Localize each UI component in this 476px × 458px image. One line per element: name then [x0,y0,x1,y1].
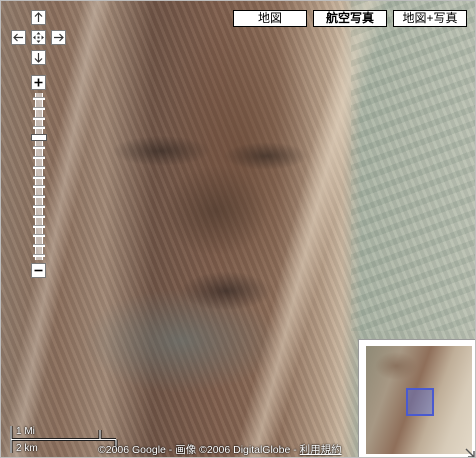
map-type-map-button[interactable]: 地図 [233,10,307,27]
zoom-tick [33,234,45,238]
zoom-out-button[interactable] [31,263,46,278]
copyright-text: ©2006 Google - 画像 ©2006 DigitalGlobe - [98,444,300,456]
zoom-tick [33,254,45,258]
zoom-in-button[interactable] [31,75,46,90]
overview-viewport-box[interactable] [406,388,434,416]
overview-map[interactable] [358,339,476,458]
zoom-tick [33,106,45,110]
pan-down-button[interactable] [31,50,46,65]
collapse-arrow-icon[interactable] [464,447,476,458]
zoom-tick [33,165,45,169]
overview-map-image[interactable] [366,346,472,454]
minus-icon [34,269,43,272]
arrow-right-icon [54,33,64,42]
zoom-tick [33,224,45,228]
terms-of-use-link[interactable]: 利用規約 [300,444,342,456]
pan-left-button[interactable] [11,30,26,45]
scale-label-km: 2 km [16,443,38,454]
zoom-tick [33,195,45,199]
zoom-tick [33,116,45,120]
arrow-down-icon [34,53,43,63]
plus-icon [34,78,43,87]
map-type-hybrid-button[interactable]: 地図+写真 [393,10,467,27]
pan-right-button[interactable] [51,30,66,45]
zoom-tick [33,214,45,218]
zoom-tick [33,96,45,100]
arrow-left-icon [13,33,23,42]
terrain-ridge [1,1,115,457]
satellite-map[interactable]: 地図 航空写真 地図+写真 1 Mi 2 km ©2006 Google - 画… [0,0,476,458]
pan-center-button[interactable] [31,30,46,45]
center-icon [33,32,44,43]
zoom-tick [33,185,45,189]
zoom-slider-track[interactable] [33,93,45,260]
zoom-tick [33,146,45,150]
zoom-tick [33,126,45,130]
zoom-slider-thumb[interactable] [31,134,47,142]
zoom-tick [33,204,45,208]
scale-label-miles: 1 Mi [16,426,35,437]
zoom-tick [33,175,45,179]
zoom-tick [33,244,45,248]
pan-up-button[interactable] [31,10,46,25]
zoom-tick [33,155,45,159]
arrow-up-icon [34,12,43,22]
terrain-texture [351,1,475,331]
map-type-satellite-button[interactable]: 航空写真 [313,10,387,27]
copyright-notice: ©2006 Google - 画像 ©2006 DigitalGlobe - 利… [98,442,342,457]
